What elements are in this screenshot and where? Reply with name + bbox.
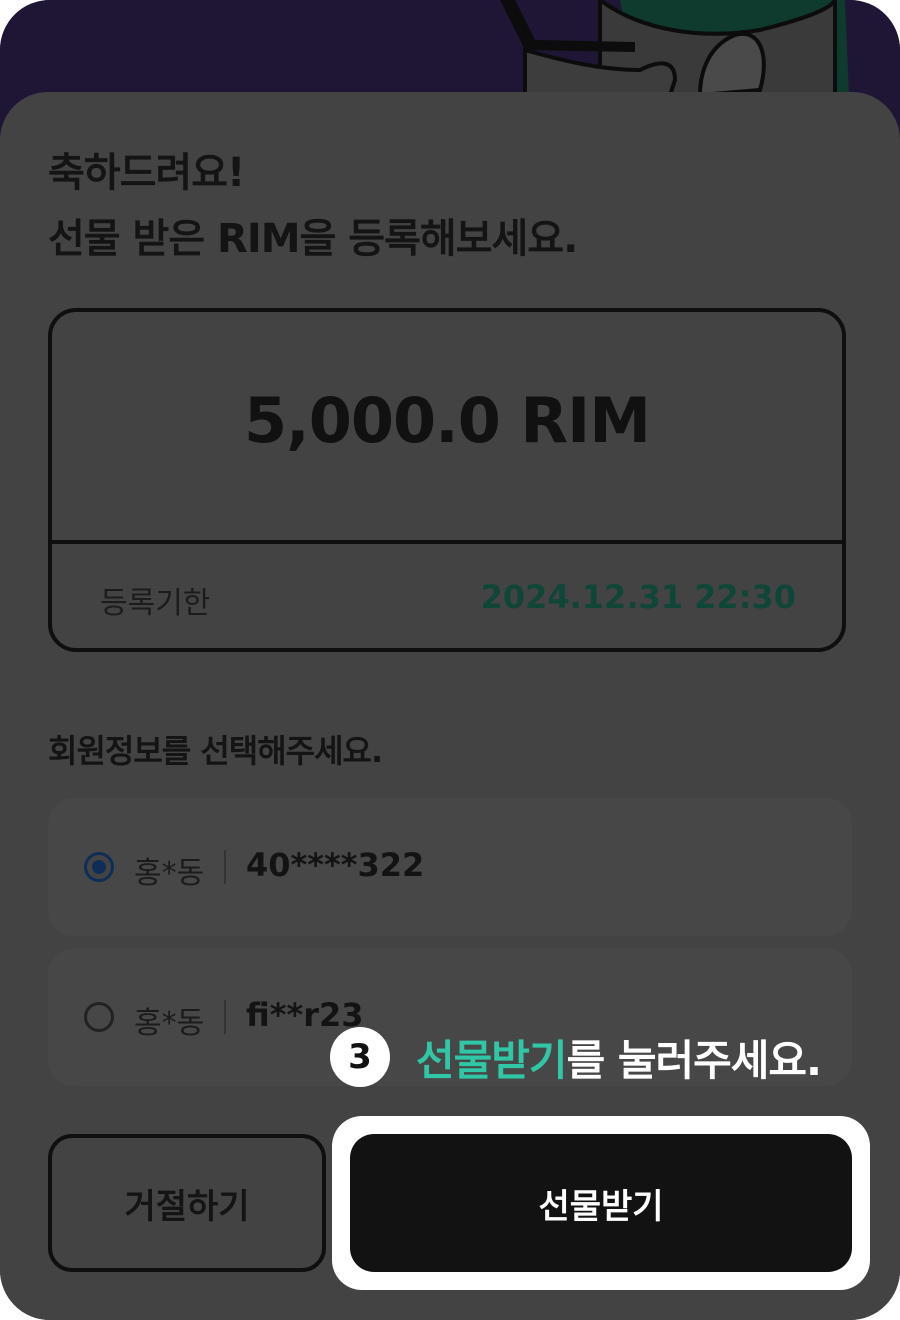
coach-mark-tooltip: 3 선물받기를 눌러주세요. bbox=[330, 1027, 822, 1088]
deadline-value: 2024.12.31 22:30 bbox=[480, 578, 796, 616]
title-line-1: 축하드려요! bbox=[48, 150, 245, 196]
member-name: 홍*동 bbox=[134, 1006, 205, 1041]
receive-gift-button[interactable]: 선물받기 bbox=[350, 1134, 852, 1272]
gift-amount-card: 5,000.0 RIM 등록기한 2024.12.31 22:30 bbox=[48, 308, 846, 652]
member-section-heading: 회원정보를 선택해주세요. bbox=[48, 732, 383, 770]
step-number-badge: 3 bbox=[330, 1027, 390, 1087]
title-line-2: 선물 받은 RIM을 등록해보세요. bbox=[48, 216, 578, 262]
gift-amount: 5,000.0 RIM bbox=[244, 384, 651, 457]
tooltip-highlight: 선물받기 bbox=[416, 1035, 568, 1085]
page-title: 축하드려요! 선물 받은 RIM을 등록해보세요. bbox=[48, 140, 578, 272]
gift-receive-screen: 축하드려요! 선물 받은 RIM을 등록해보세요. 5,000.0 RIM 등록… bbox=[0, 0, 900, 1320]
radio-selected-icon[interactable] bbox=[84, 852, 114, 882]
tooltip-rest: 를 눌러주세요. bbox=[566, 1035, 822, 1085]
card-divider bbox=[52, 540, 842, 544]
member-id: 40****322 bbox=[246, 846, 425, 884]
divider bbox=[224, 1000, 226, 1034]
deadline-label: 등록기한 bbox=[100, 586, 211, 621]
divider bbox=[224, 850, 226, 884]
member-option-1[interactable]: 홍*동 40****322 bbox=[48, 798, 852, 936]
member-name: 홍*동 bbox=[134, 856, 205, 891]
radio-unselected-icon[interactable] bbox=[84, 1002, 114, 1032]
reject-button[interactable]: 거절하기 bbox=[48, 1134, 326, 1272]
tooltip-text: 선물받기를 눌러주세요. bbox=[416, 1027, 822, 1088]
